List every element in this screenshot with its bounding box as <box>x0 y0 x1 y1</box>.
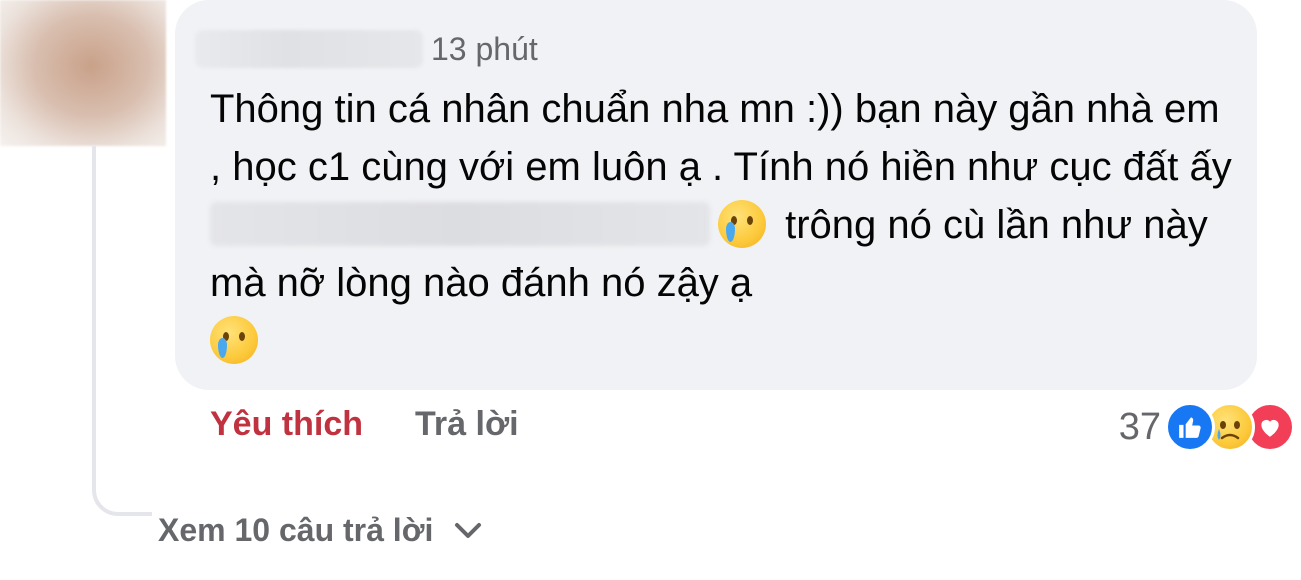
comment-timestamp[interactable]: 13 phút <box>431 31 538 68</box>
comment-actions: Yêu thích Trả lời <box>210 405 519 444</box>
reaction-count[interactable]: 37 <box>1119 406 1161 449</box>
chevron-down-icon <box>453 521 483 541</box>
comment-header: 13 phút <box>195 26 538 72</box>
comment-text: Thông tin cá nhân chuẩn nha mn :)) bạn n… <box>210 80 1240 370</box>
redacted-text <box>210 202 710 246</box>
reply-button[interactable]: Trả lời <box>415 405 519 444</box>
reply-thread-line <box>92 146 152 516</box>
author-name-redacted[interactable] <box>195 30 423 68</box>
crying-face-emoji-icon <box>210 316 258 364</box>
view-replies-label: Xem 10 câu trả lời <box>158 512 434 548</box>
reactions-summary[interactable]: 37 <box>1119 402 1295 452</box>
like-icon <box>1165 402 1215 452</box>
view-replies-link[interactable]: Xem 10 câu trả lời <box>158 512 483 549</box>
comment-text-part1: Thông tin cá nhân chuẩn nha mn :)) bạn n… <box>210 87 1232 189</box>
like-button[interactable]: Yêu thích <box>210 405 363 444</box>
crying-face-emoji-icon <box>718 200 766 248</box>
avatar[interactable] <box>0 0 166 146</box>
